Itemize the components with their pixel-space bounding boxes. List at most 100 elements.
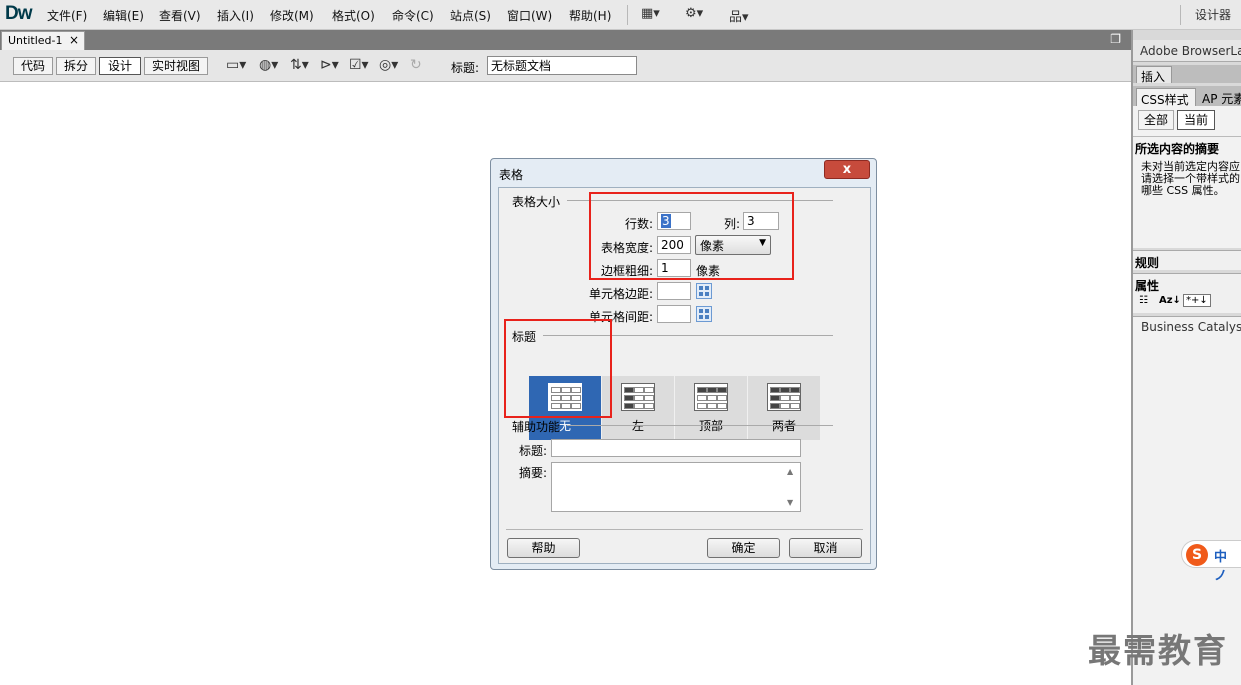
header-group-label: 标题 bbox=[512, 330, 537, 344]
all-mode-button[interactable]: 全部 bbox=[1138, 110, 1174, 130]
close-icon[interactable]: × bbox=[69, 33, 79, 47]
insert-tab-label: 插入 bbox=[1141, 70, 1166, 84]
sort-az-icon[interactable]: Az↓ bbox=[1159, 295, 1181, 306]
menu-help[interactable]: 帮助(H) bbox=[569, 7, 611, 24]
cell-padding-label: 单元格边距: bbox=[589, 287, 654, 301]
cell-spacing-input[interactable] bbox=[657, 305, 691, 323]
document-tab-label: Untitled-1 bbox=[8, 34, 63, 47]
summary-textarea[interactable] bbox=[551, 462, 801, 512]
summary-line: 未对当前选定内容应 bbox=[1141, 160, 1240, 173]
width-unit-value: 像素 bbox=[700, 239, 725, 253]
table-dialog: 表格 x 表格大小 行数: 3 列: 3 表格宽度: 200 像素 ▼ 边框粗细… bbox=[490, 158, 877, 570]
right-panel-group: Adobe BrowserLab 插入 CSS样式 AP 元素 全部 当前 所选… bbox=[1131, 30, 1241, 685]
menu-separator bbox=[627, 5, 628, 25]
caption-input[interactable] bbox=[551, 439, 801, 457]
header-option-left[interactable]: 左 bbox=[602, 376, 674, 440]
cell-spacing-grid-icon[interactable] bbox=[696, 306, 712, 322]
header-option-both[interactable]: 两者 bbox=[748, 376, 820, 440]
summary-label: 摘要: bbox=[519, 466, 548, 480]
properties-section: 属性 ☷ Az↓ *+↓ bbox=[1133, 273, 1241, 313]
rows-label: 行数: bbox=[625, 217, 654, 231]
table-top-header-icon bbox=[694, 383, 728, 411]
gear-icon[interactable]: ⚙▾ bbox=[685, 6, 703, 21]
footer-divider bbox=[506, 529, 863, 530]
summary-title: 所选内容的摘要 bbox=[1135, 142, 1220, 156]
cancel-button[interactable]: 取消 bbox=[789, 538, 862, 558]
ap-elements-tab[interactable]: AP 元素 bbox=[1202, 90, 1241, 107]
table-width-input[interactable]: 200 bbox=[657, 236, 691, 254]
browser-check-icon[interactable]: ☑▾ bbox=[349, 57, 369, 73]
category-view-icon[interactable]: ☷ bbox=[1139, 295, 1148, 306]
scroll-up-icon[interactable]: ▲ bbox=[787, 467, 793, 476]
border-thickness-input[interactable]: 1 bbox=[657, 259, 691, 277]
properties-label: 属性 bbox=[1135, 279, 1160, 293]
browserlab-panel-header[interactable]: Adobe BrowserLab bbox=[1133, 40, 1241, 62]
live-view-button[interactable]: 实时视图 bbox=[144, 57, 208, 75]
columns-label: 列: bbox=[724, 217, 741, 231]
table-size-group-label: 表格大小 bbox=[512, 195, 561, 209]
caption-label: 标题: bbox=[519, 444, 548, 458]
cell-spacing-label: 单元格间距: bbox=[589, 310, 654, 324]
set-properties-icon[interactable]: *+↓ bbox=[1183, 294, 1211, 307]
menu-modify[interactable]: 修改(M) bbox=[270, 7, 314, 24]
table-none-icon bbox=[548, 383, 582, 411]
browserlab-label: Adobe BrowserLab bbox=[1140, 44, 1241, 58]
refresh-icon[interactable]: ↻ bbox=[410, 57, 422, 73]
menu-format[interactable]: 格式(O) bbox=[332, 7, 375, 24]
summary-line: 哪些 CSS 属性。 bbox=[1141, 184, 1225, 197]
group-divider bbox=[543, 335, 833, 336]
columns-input[interactable]: 3 bbox=[743, 212, 779, 230]
group-divider bbox=[567, 200, 833, 201]
split-view-button[interactable]: 拆分 bbox=[56, 57, 96, 75]
menu-view[interactable]: 查看(V) bbox=[159, 7, 201, 24]
preview-globe-icon[interactable]: ◍▾ bbox=[259, 57, 278, 73]
accessibility-group-label: 辅助功能 bbox=[512, 420, 561, 434]
layout-icon[interactable]: ▦▾ bbox=[641, 6, 660, 21]
menu-window[interactable]: 窗口(W) bbox=[507, 7, 552, 24]
rules-label: 规则 bbox=[1135, 256, 1160, 270]
doc-title-label: 标题: bbox=[451, 61, 480, 75]
doc-title-input[interactable] bbox=[487, 56, 637, 75]
rules-header[interactable]: 规则 bbox=[1133, 250, 1241, 270]
site-icon[interactable]: 品▾ bbox=[729, 6, 749, 25]
group-divider bbox=[567, 425, 833, 426]
header-option-top[interactable]: 顶部 bbox=[675, 376, 747, 440]
design-view-button[interactable]: 设计 bbox=[99, 57, 141, 75]
dw-logo: Dw bbox=[5, 3, 32, 24]
rows-input[interactable]: 3 bbox=[657, 212, 691, 230]
ime-indicator[interactable]: S 中 ノ bbox=[1181, 540, 1241, 584]
css-styles-tab[interactable]: CSS样式 bbox=[1136, 88, 1196, 107]
menu-bar: Dw 文件(F) 编辑(E) 查看(V) 插入(I) 修改(M) 格式(O) 命… bbox=[0, 0, 1241, 30]
chevron-down-icon: ▼ bbox=[759, 238, 766, 248]
current-mode-button[interactable]: 当前 bbox=[1177, 110, 1215, 130]
cell-padding-input[interactable] bbox=[657, 282, 691, 300]
scroll-down-icon[interactable]: ▼ bbox=[787, 498, 793, 507]
document-tab[interactable]: Untitled-1 × bbox=[1, 31, 85, 50]
border-unit-label: 像素 bbox=[696, 264, 721, 278]
ok-button[interactable]: 确定 bbox=[707, 538, 780, 558]
width-unit-select[interactable]: 像素 ▼ bbox=[695, 235, 771, 255]
visual-aids-icon[interactable]: ◎▾ bbox=[379, 57, 398, 73]
rows-value: 3 bbox=[661, 214, 671, 228]
business-catalyst-label[interactable]: Business Catalyst bbox=[1141, 320, 1241, 334]
validate-icon[interactable]: ⊳▾ bbox=[320, 57, 339, 73]
close-icon[interactable]: x bbox=[824, 160, 870, 179]
menu-edit[interactable]: 编辑(E) bbox=[103, 7, 144, 24]
code-view-button[interactable]: 代码 bbox=[13, 57, 53, 75]
menu-insert[interactable]: 插入(I) bbox=[217, 7, 254, 24]
insert-tab[interactable]: 插入 bbox=[1136, 66, 1172, 84]
menu-site[interactable]: 站点(S) bbox=[450, 7, 491, 24]
ime-mode-label: 中 ノ bbox=[1214, 550, 1228, 584]
table-both-header-icon bbox=[767, 383, 801, 411]
help-button[interactable]: 帮助 bbox=[507, 538, 580, 558]
sogou-logo-icon: S bbox=[1186, 544, 1208, 566]
insert-tab-bar: 插入 bbox=[1133, 65, 1241, 84]
menu-file[interactable]: 文件(F) bbox=[47, 7, 87, 24]
menu-commands[interactable]: 命令(C) bbox=[392, 7, 434, 24]
file-management-icon[interactable]: ⇅▾ bbox=[290, 57, 309, 73]
cell-padding-grid-icon[interactable] bbox=[696, 283, 712, 299]
restore-icon[interactable]: ❐ bbox=[1110, 32, 1121, 46]
workspace-switcher[interactable]: 设计器 bbox=[1195, 6, 1231, 23]
multiscreen-icon[interactable]: ▭▾ bbox=[226, 57, 246, 73]
document-tab-bar: Untitled-1 × ❐ bbox=[0, 30, 1131, 50]
